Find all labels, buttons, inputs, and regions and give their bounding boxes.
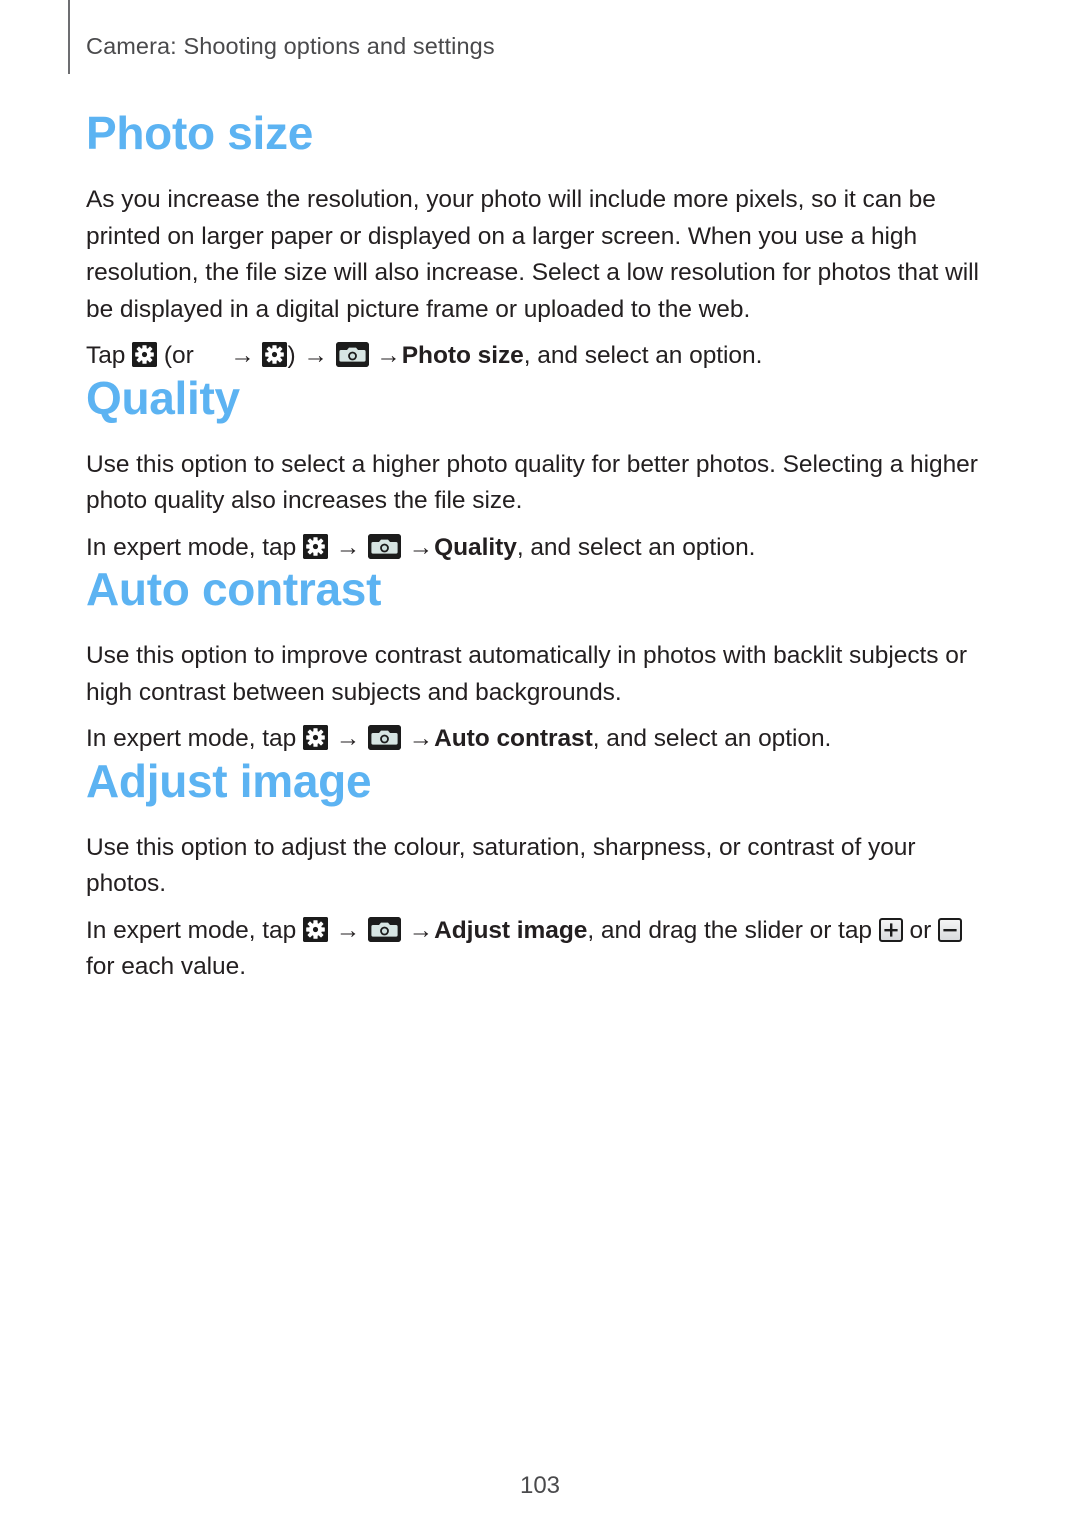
- path-arrow-2: →: [408, 916, 434, 944]
- settings-gear-icon[interactable]: [302, 725, 328, 750]
- running-header-title: Camera: Shooting options and settings: [86, 33, 495, 59]
- settings-gear-icon[interactable]: [262, 342, 288, 367]
- path-lead-text: In expert mode, tap: [86, 533, 297, 561]
- path-option-quality: Quality: [434, 533, 517, 561]
- section-body-quality: Use this option to select a higher photo…: [86, 450, 978, 515]
- settings-gear-icon[interactable]: [302, 533, 328, 559]
- path-tail-text: , and select an option.: [516, 533, 756, 561]
- path-arrow-2: →: [408, 725, 434, 752]
- path-tail-text: , and select an option.: [523, 342, 763, 369]
- camera-icon[interactable]: [367, 533, 401, 559]
- path-mid-text: , and drag the slider or tap: [587, 916, 872, 944]
- path-or-text: or: [909, 916, 932, 944]
- section-path-adjust-image: In expert mode, tap → →Adjust image, and…: [86, 913, 994, 986]
- camera-icon[interactable]: [367, 916, 401, 942]
- path-lead-text: In expert mode, tap: [86, 916, 297, 944]
- section-body-photo-size: As you increase the resolution, your pho…: [86, 186, 979, 323]
- page-content: Photo size As you increase the resolutio…: [86, 110, 994, 986]
- section-heading-auto-contrast: Auto contrast: [86, 563, 382, 615]
- path-tail-text: , and select an option.: [592, 725, 832, 752]
- document-page: Camera: Shooting options and settings Ph…: [0, 0, 1080, 1527]
- page-number: 103: [519, 1472, 561, 1499]
- minus-stepper-icon[interactable]: [937, 917, 962, 942]
- path-arrow-1: →: [230, 342, 255, 369]
- path-tail-text: for each value.: [86, 953, 246, 980]
- path-open-paren: (or: [163, 342, 194, 369]
- section-path-quality: In expert mode, tap → →Quality, and sele…: [86, 530, 994, 567]
- path-arrow-1: →: [335, 725, 361, 752]
- camera-icon[interactable]: [335, 342, 369, 367]
- section-path-photo-size: Tap (or →) → →Photo size, and select an…: [86, 338, 994, 375]
- section-heading-quality: Quality: [86, 371, 240, 424]
- settings-gear-icon[interactable]: [132, 342, 158, 367]
- camera-icon[interactable]: [367, 725, 401, 750]
- section-body-adjust-image: Use this option to adjust the colour, sa…: [86, 833, 916, 898]
- path-arrow-1: →: [335, 916, 361, 944]
- section-body-auto-contrast: Use this option to improve contrast auto…: [86, 642, 967, 706]
- header-divider-rule: [68, 0, 70, 74]
- plus-stepper-icon[interactable]: [878, 917, 903, 942]
- section-heading-photo-size: Photo size: [86, 107, 314, 159]
- path-arrow-1: →: [335, 533, 361, 561]
- section-path-auto-contrast: In expert mode, tap → →Auto contrast, an…: [86, 721, 994, 758]
- path-option-adjust-image: Adjust image: [434, 916, 588, 944]
- path-arrow-3: →: [376, 342, 401, 369]
- settings-gear-icon[interactable]: [302, 916, 328, 942]
- path-arrow-2: →: [303, 342, 328, 369]
- path-option-auto-contrast: Auto contrast: [434, 725, 593, 752]
- path-lead-text: Tap: [86, 342, 126, 369]
- section-heading-adjust-image: Adjust image: [86, 754, 372, 807]
- path-close-paren: ): [287, 342, 296, 369]
- path-lead-text: In expert mode, tap: [86, 725, 297, 752]
- path-arrow-2: →: [408, 533, 434, 561]
- path-option-photo-size: Photo size: [401, 342, 524, 369]
